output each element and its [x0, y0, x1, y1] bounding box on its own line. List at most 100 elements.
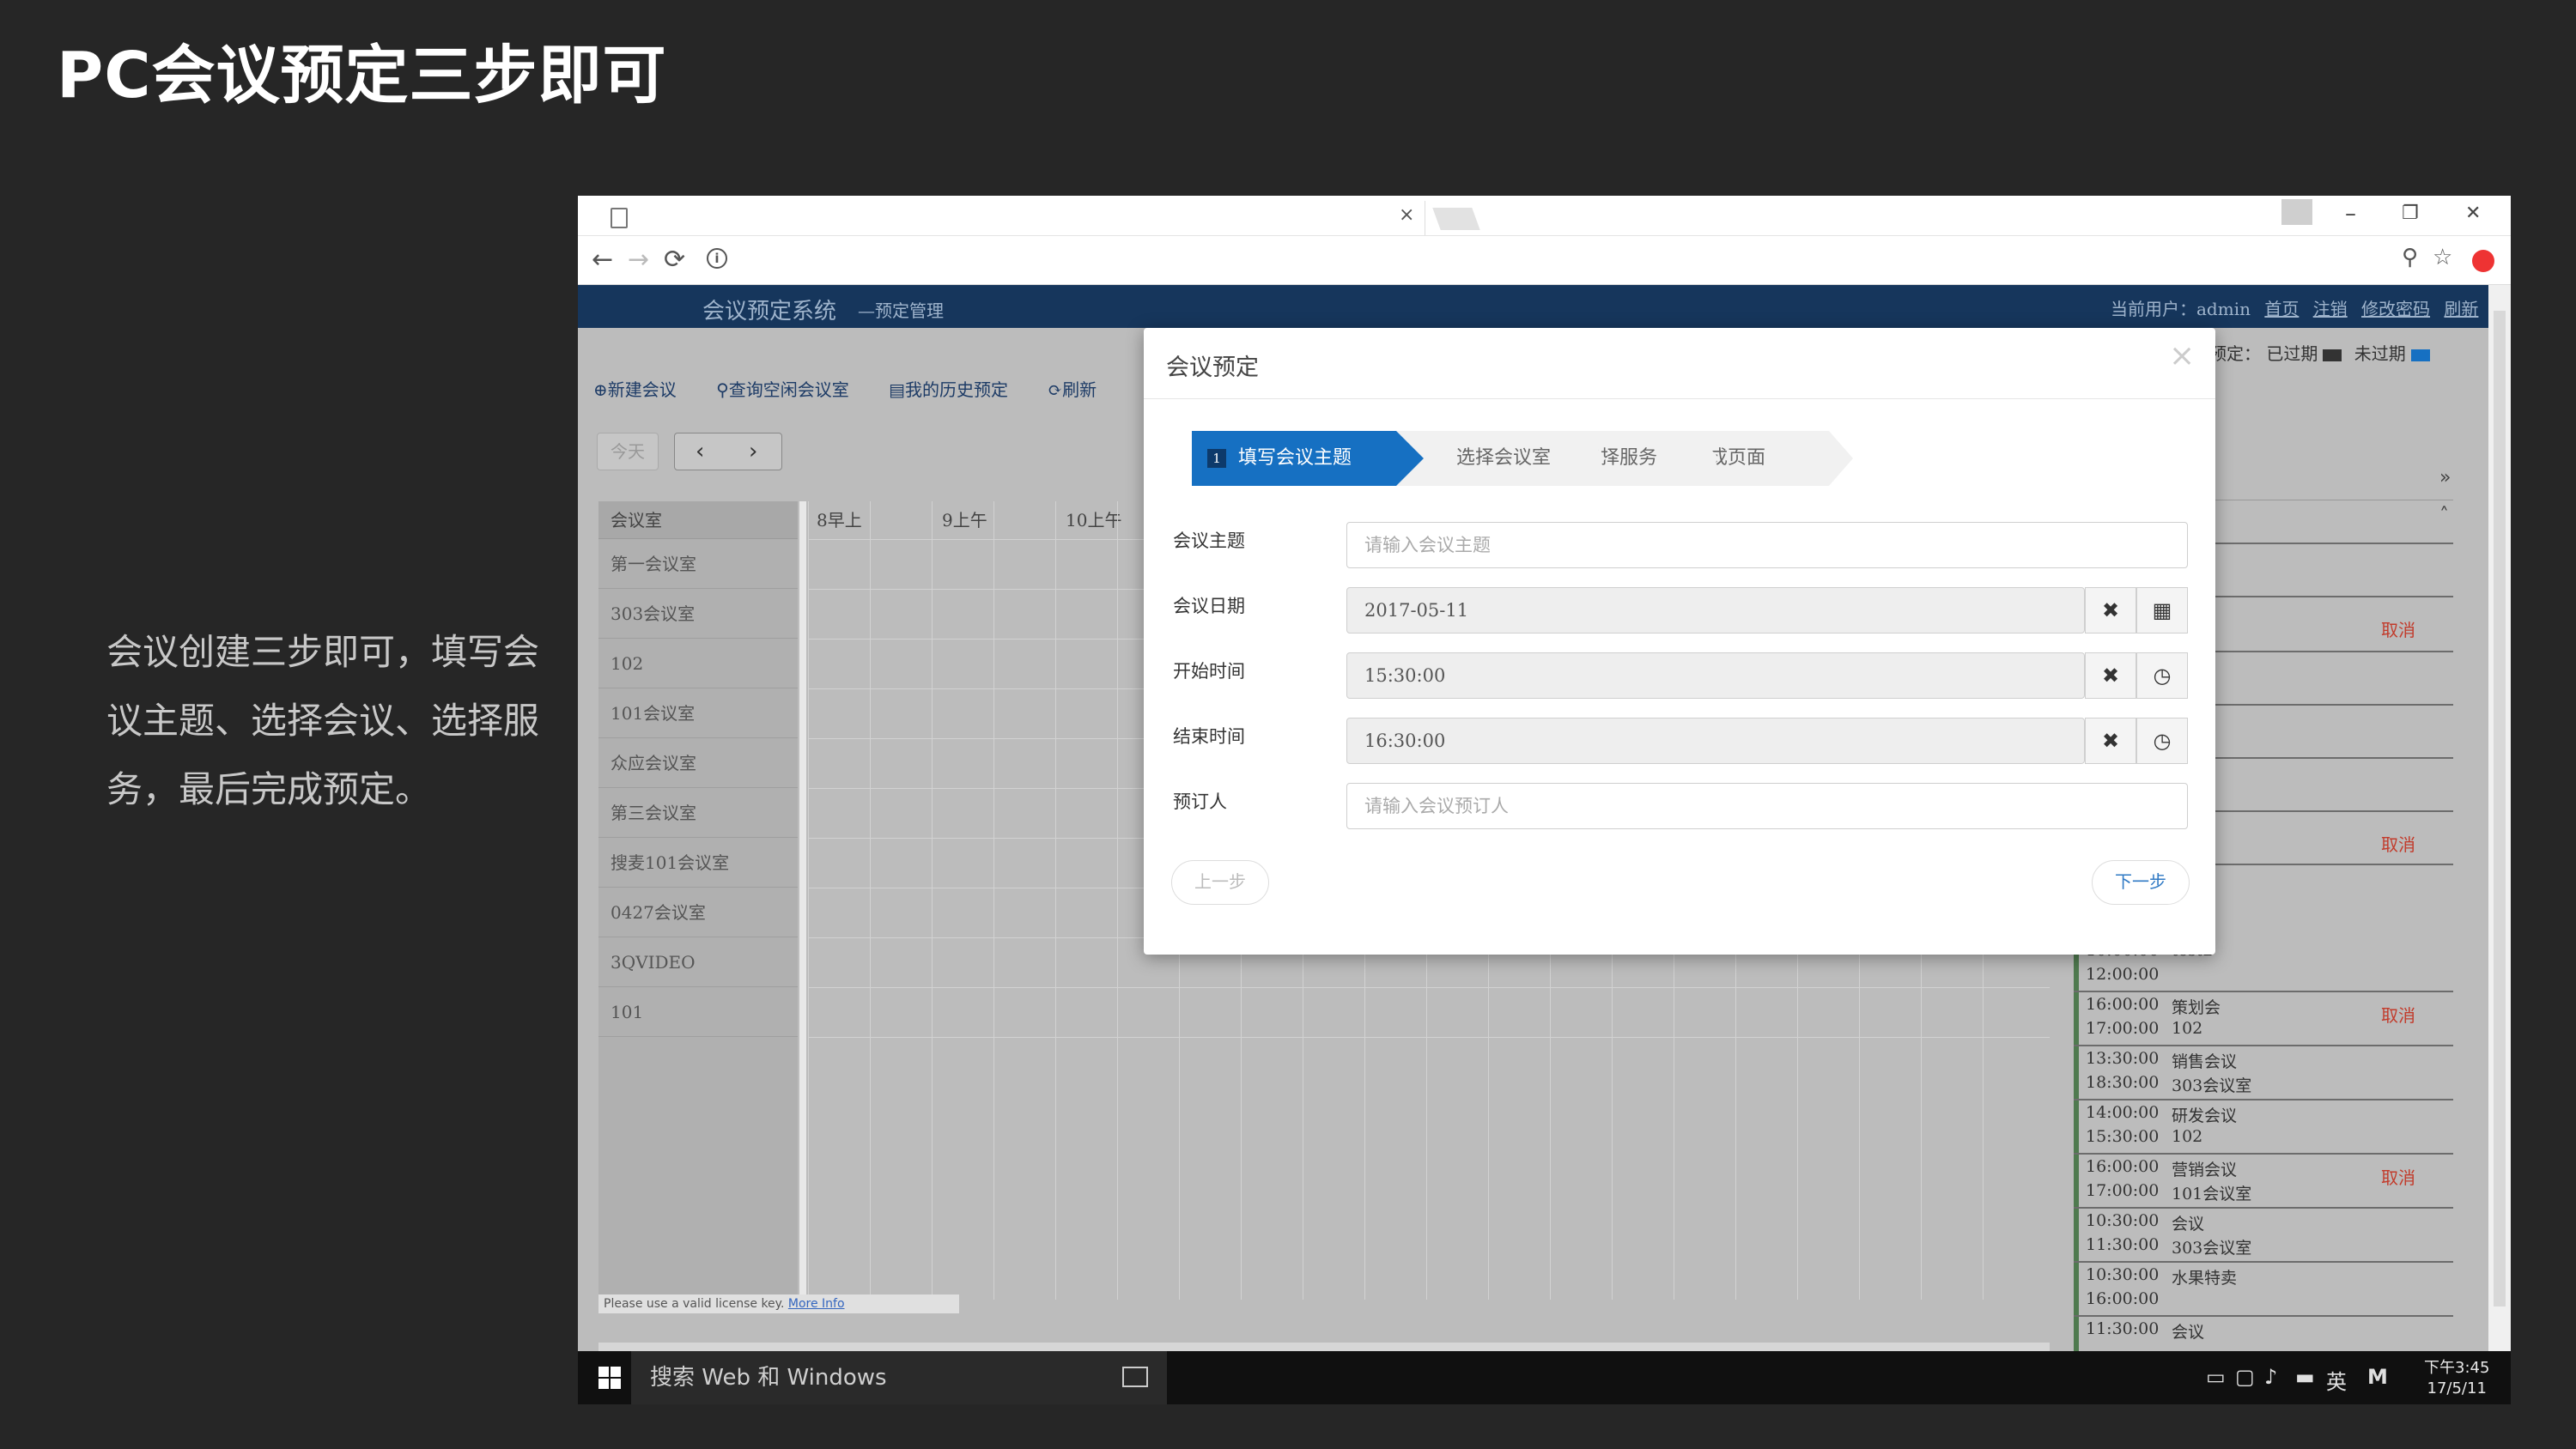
divider	[2074, 1045, 2453, 1046]
history-button[interactable]: ▤我的历史预定	[889, 379, 1008, 400]
close-window-button[interactable]: ✕	[2465, 203, 2481, 224]
search-free-room-button[interactable]: ⚲查询空闲会议室	[716, 379, 849, 400]
date-input[interactable]: 2017-05-11	[1346, 587, 2085, 634]
horizontal-scrollbar[interactable]	[598, 1343, 2050, 1351]
prev-step-button[interactable]: 上一步	[1171, 860, 1269, 905]
notification-icon[interactable]: ▬	[2295, 1365, 2315, 1389]
current-user: 当前用户：admin	[2111, 299, 2251, 319]
legend-not-expired: 未过期	[2354, 343, 2406, 364]
display-icon[interactable]: ▢	[2235, 1365, 2255, 1389]
schedule-item[interactable]: 16:00:00 营销会议 17:00:00 101会议室 取消	[2086, 1157, 2453, 1209]
new-tab-button[interactable]	[1432, 208, 1480, 230]
prev-day-icon[interactable]: ‹	[696, 439, 704, 464]
bookmark-star-icon[interactable]: ☆	[2433, 245, 2452, 270]
scroll-thumb[interactable]	[2494, 311, 2506, 1307]
schedule-item[interactable]: 16:00:00 策划会 17:00:00 102 取消	[2086, 995, 2453, 1046]
date-pager: ‹ ›	[674, 433, 782, 470]
schedule-item[interactable]: 10:30:00 水果特卖 16:00:00	[2086, 1265, 2453, 1317]
windows-start-icon[interactable]	[598, 1367, 623, 1391]
divider	[2074, 1153, 2453, 1155]
reload-icon[interactable]: ⟳	[664, 245, 685, 275]
change-password-link[interactable]: 修改密码	[2361, 299, 2430, 319]
vertical-scrollbar[interactable]	[2488, 285, 2511, 1363]
divider	[2074, 1261, 2453, 1263]
new-meeting-button[interactable]: ⊕新建会议	[593, 379, 677, 400]
system-clock[interactable]: 下午3:45 17/5/11	[2424, 1358, 2489, 1399]
volume-icon[interactable]: ♪	[2264, 1365, 2277, 1389]
end-time: 16:00:00	[2086, 1289, 2160, 1308]
restore-button[interactable]: ❐	[2402, 203, 2419, 224]
close-icon[interactable]: ×	[2169, 338, 2195, 373]
end-time: 18:30:00	[2086, 1073, 2160, 1092]
start-time: 13:30:00	[2086, 1049, 2160, 1068]
network-icon[interactable]: ▭	[2206, 1365, 2226, 1389]
address-bar: ← → ⟳ i ⚲ ☆	[578, 236, 2511, 285]
cancel-link[interactable]: 取消	[2381, 831, 2415, 856]
end-time: 11:30:00	[2086, 1235, 2160, 1254]
booker-input[interactable]: 请输入会议预订人	[1346, 783, 2188, 829]
mail-icon[interactable]: M	[2367, 1365, 2388, 1389]
collapse-icon[interactable]: ˄	[2439, 505, 2449, 526]
cancel-link[interactable]: 取消	[2381, 1164, 2415, 1189]
cancel-link[interactable]: 取消	[2381, 1002, 2415, 1027]
clear-date-icon[interactable]: ✖	[2085, 587, 2136, 634]
clock-icon[interactable]: ◷	[2136, 718, 2188, 764]
site-info-icon[interactable]: i	[707, 248, 727, 269]
key-icon[interactable]: ⚲	[2402, 245, 2418, 270]
column-splitter[interactable]	[799, 501, 806, 1300]
room-row[interactable]: 0427会议室	[598, 888, 798, 937]
calendar-icon[interactable]: ▦	[2136, 587, 2188, 634]
start-time-input[interactable]: 15:30:00	[1346, 652, 2085, 699]
step-label: 填写会议主题	[1238, 447, 1352, 469]
room-row[interactable]: 101会议室	[598, 688, 798, 738]
refresh-link[interactable]: 刷新	[2444, 299, 2478, 319]
clear-start-time-icon[interactable]: ✖	[2085, 652, 2136, 699]
schedule-item[interactable]: 10:30:00 会议 11:30:00 303会议室	[2086, 1211, 2453, 1263]
home-link[interactable]: 首页	[2264, 299, 2299, 319]
end-time-label: 结束时间	[1173, 726, 1245, 747]
room-row[interactable]: 搜麦101会议室	[598, 838, 798, 888]
step-number: 2	[1425, 449, 1444, 468]
back-icon[interactable]: ←	[592, 245, 613, 275]
room-row[interactable]: 第三会议室	[598, 788, 798, 838]
minimize-button[interactable]: –	[2345, 201, 2356, 227]
room-row[interactable]: 第一会议室	[598, 539, 798, 589]
ime-indicator[interactable]: 英	[2326, 1365, 2347, 1395]
grid-vline	[1055, 501, 1056, 1300]
expand-icon[interactable]: »	[2439, 467, 2451, 488]
room-row[interactable]: 303会议室	[598, 589, 798, 639]
profile-icon[interactable]	[2281, 199, 2312, 225]
end-time: 15:30:00	[2086, 1127, 2160, 1146]
end-time-input[interactable]: 16:30:00	[1346, 718, 2085, 764]
task-view-icon[interactable]	[1122, 1367, 1148, 1387]
clock-date: 17/5/11	[2427, 1379, 2487, 1397]
schedule-item[interactable]: 14:00:00 研发会议 15:30:00 102	[2086, 1103, 2453, 1155]
meeting-title: 水果特卖	[2172, 1269, 2238, 1288]
cancel-link[interactable]: 取消	[2381, 616, 2415, 641]
clear-end-time-icon[interactable]: ✖	[2085, 718, 2136, 764]
page-icon	[611, 208, 628, 228]
clock-icon[interactable]: ◷	[2136, 652, 2188, 699]
next-day-icon[interactable]: ›	[749, 439, 757, 464]
forward-icon[interactable]: →	[628, 245, 649, 275]
room-row[interactable]: 众应会议室	[598, 738, 798, 788]
meeting-title: 研发会议	[2172, 1106, 2238, 1125]
room-row[interactable]: 3QVIDEO	[598, 937, 798, 987]
room-row[interactable]: 101	[598, 987, 798, 1037]
divider	[1144, 398, 2215, 399]
topic-input[interactable]: 请输入会议主题	[1346, 522, 2188, 568]
room-row[interactable]: 102	[598, 639, 798, 688]
next-step-button[interactable]: 下一步	[2092, 860, 2190, 905]
tab-close-icon[interactable]: ×	[1399, 204, 1414, 226]
schedule-item[interactable]: 13:30:00 销售会议 18:30:00 303会议室	[2086, 1049, 2453, 1100]
refresh-button[interactable]: ⟳刷新	[1048, 379, 1097, 400]
logout-link[interactable]: 注销	[2313, 299, 2348, 319]
today-button[interactable]: 今天	[597, 433, 659, 470]
room-column: 会议室 第一会议室 303会议室 102 101会议室 众应会议室 第三会议室 …	[598, 501, 798, 1300]
more-info-link[interactable]: More Info	[788, 1297, 845, 1311]
legend-expired: 已过期	[2266, 343, 2318, 364]
browser-tab[interactable]: ×	[592, 201, 1425, 235]
extension-icon[interactable]	[2472, 250, 2494, 272]
taskbar-search[interactable]: 搜索 Web 和 Windows	[631, 1351, 1167, 1404]
license-text: Please use a valid license key.	[604, 1297, 785, 1311]
